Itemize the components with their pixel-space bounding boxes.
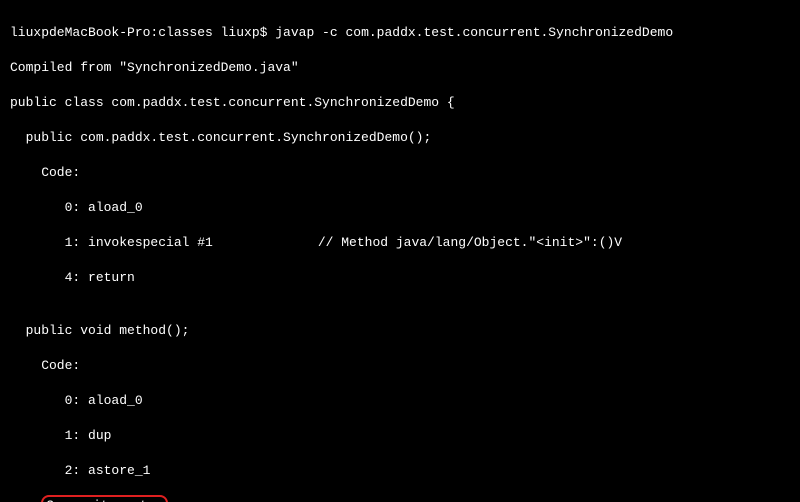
method-bytecode-line: 1: dup: [10, 427, 790, 445]
ctor-bytecode-line: 1: invokespecial #1 // Method java/lang/O…: [10, 234, 790, 252]
method-bytecode-line: 2: astore_1: [10, 462, 790, 480]
prompt-line: liuxpdeMacBook-Pro:classes liuxp$ javap …: [10, 24, 790, 42]
code-label-line: Code:: [10, 164, 790, 182]
compiled-from-line: Compiled from "SynchronizedDemo.java": [10, 59, 790, 77]
prompt-command: javap -c com.paddx.test.concurrent.Synch…: [275, 25, 673, 40]
method-decl-line: public void method();: [10, 322, 790, 340]
prompt-host: liuxpdeMacBook-Pro:classes liuxp$: [10, 25, 275, 40]
highlight-monitorenter: 3: monitorenter: [41, 495, 168, 502]
method-bytecode-line: 3: monitorenter: [10, 497, 790, 502]
instruction-text: 1: invokespecial #1: [10, 235, 213, 250]
ctor-decl-line: public com.paddx.test.concurrent.Synchro…: [10, 129, 790, 147]
class-decl-line: public class com.paddx.test.concurrent.S…: [10, 94, 790, 112]
code-label-line: Code:: [10, 357, 790, 375]
method-bytecode-line: 0: aload_0: [10, 392, 790, 410]
ctor-bytecode-line: 0: aload_0: [10, 199, 790, 217]
ctor-bytecode-line: 4: return: [10, 269, 790, 287]
terminal-window: liuxpdeMacBook-Pro:classes liuxp$ javap …: [0, 0, 800, 502]
comment-text: // Method java/lang/Object."<init>":()V: [318, 234, 622, 252]
